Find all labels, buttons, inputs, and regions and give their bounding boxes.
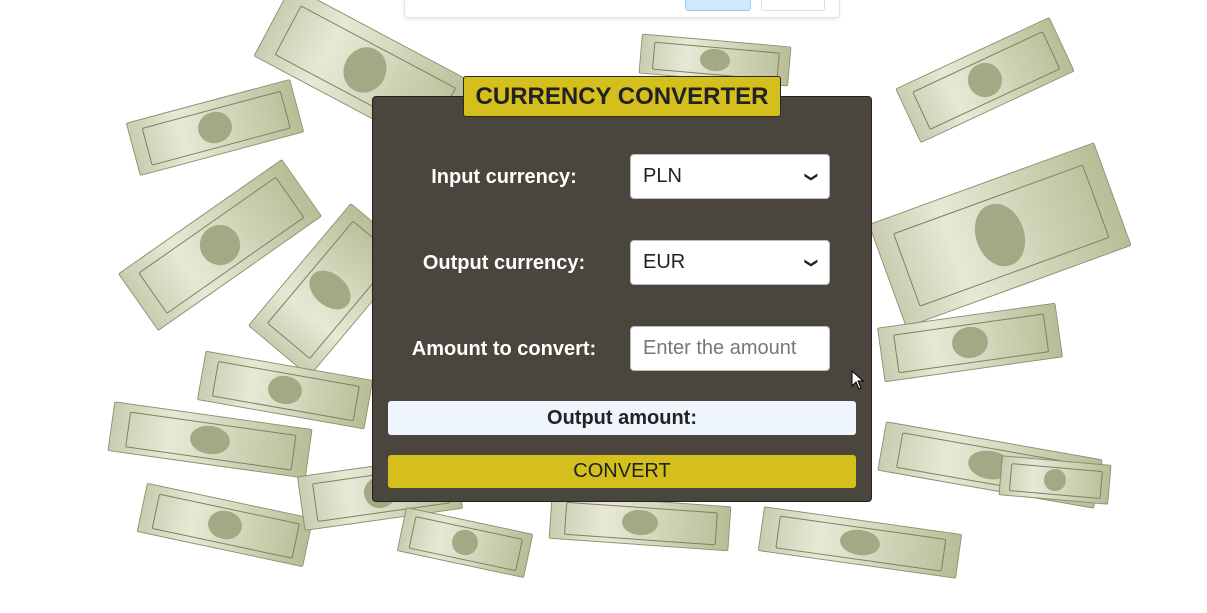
- convert-button[interactable]: CONVERT: [388, 455, 856, 488]
- input-currency-value: PLN: [643, 165, 682, 187]
- convert-button-label: CONVERT: [573, 460, 671, 482]
- output-currency-value: EUR: [643, 251, 686, 273]
- converter-title: CURRENCY CONVERTER: [463, 76, 781, 117]
- output-currency-label: Output currency:: [422, 252, 586, 274]
- amount-input[interactable]: Enter the amount: [630, 326, 830, 371]
- dialog-secondary-button[interactable]: [761, 0, 825, 11]
- input-currency-label: Input currency:: [431, 166, 577, 188]
- output-amount-label: Output amount:: [547, 406, 697, 429]
- mouse-cursor-icon: [851, 369, 865, 395]
- output-amount-box: Output amount:: [388, 401, 856, 435]
- chevron-down-icon: ❯: [804, 257, 820, 268]
- amount-label: Amount to convert:: [411, 338, 597, 360]
- input-currency-select[interactable]: PLN ❯: [630, 154, 830, 199]
- dialog-primary-button[interactable]: [685, 0, 751, 11]
- chevron-down-icon: ❯: [804, 171, 820, 182]
- amount-placeholder: Enter the amount: [643, 337, 797, 359]
- output-currency-select[interactable]: EUR ❯: [630, 240, 830, 285]
- top-dialog-remnant: [404, 0, 840, 18]
